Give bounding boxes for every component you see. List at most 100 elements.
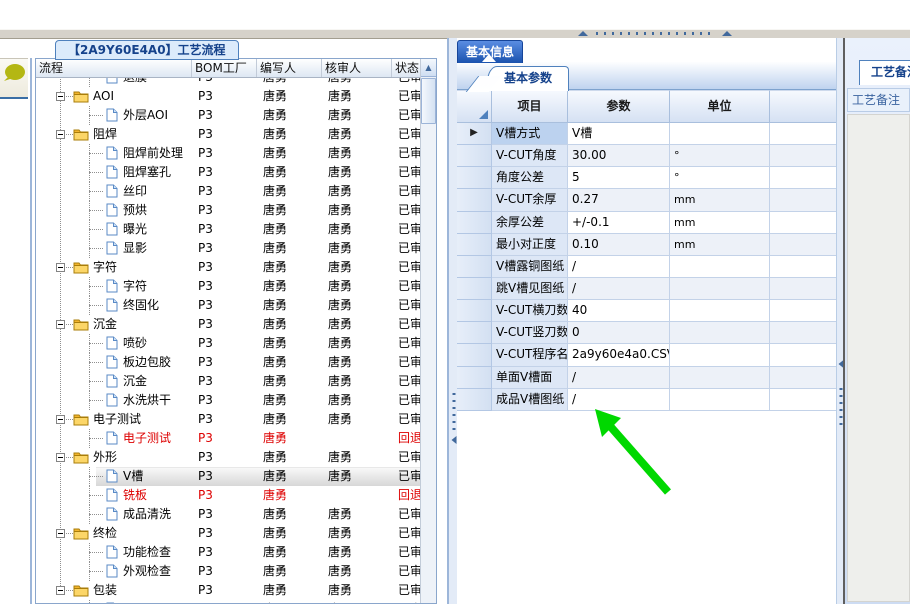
column-header-bom[interactable]: BOM工厂 <box>192 59 257 77</box>
grid-item-cell[interactable]: 成品V槽图纸 <box>492 388 568 411</box>
tree-row-name-cell[interactable]: 喷砂 <box>36 334 192 353</box>
collapse-icon[interactable] <box>56 130 65 139</box>
grid-value-cell[interactable]: 0 <box>568 322 670 345</box>
grid-row[interactable]: 角度公差 5 ° <box>457 167 836 190</box>
grid-row[interactable]: V-CUT角度 30.00 ° <box>457 145 836 168</box>
tree-row-name-cell[interactable]: 功能检查 <box>36 543 192 562</box>
splitter-grip-icon[interactable] <box>578 31 732 36</box>
tree-row[interactable]: V槽 P3 唐勇 唐勇 已审核 <box>36 467 420 486</box>
tree-row-name-cell[interactable]: 沉金 <box>36 372 192 391</box>
grid-value-cell[interactable]: 0.27 <box>568 189 670 212</box>
row-selector-cell[interactable] <box>457 388 492 411</box>
tree-row-name-cell[interactable]: 板边包胶 <box>36 353 192 372</box>
grid-item-cell[interactable]: 余厚公差 <box>492 211 568 234</box>
tree-row[interactable]: 外层AOI P3 唐勇 唐勇 已审核 <box>36 106 420 125</box>
grid-item-cell[interactable]: V槽方式 <box>492 123 568 146</box>
tree-row[interactable]: 丝印 P3 唐勇 唐勇 已审核 <box>36 182 420 201</box>
tree-row-name-cell[interactable]: 预烘 <box>36 201 192 220</box>
grid-item-cell[interactable]: V-CUT余厚 <box>492 189 568 212</box>
grid-row[interactable]: 最小对正度 0.10 mm <box>457 233 836 256</box>
grid-value-cell[interactable]: 2a9y60e4a0.CSV <box>568 344 670 367</box>
grid-item-cell[interactable]: V-CUT竖刀数 <box>492 322 568 345</box>
grid-row[interactable]: 余厚公差 +/-0.1 mm <box>457 211 836 234</box>
row-selector-cell[interactable] <box>457 167 492 190</box>
tree-row[interactable]: 包装P3唐勇唐勇已审核 <box>36 581 420 600</box>
grid-item-cell[interactable]: 角度公差 <box>492 167 568 190</box>
grid-value-cell[interactable]: 40 <box>568 300 670 323</box>
grid-row[interactable]: V-CUT程序名 2a9y60e4a0.CSV <box>457 344 836 367</box>
row-selector-cell[interactable] <box>457 322 492 345</box>
grid-value-cell[interactable]: 0.10 <box>568 233 670 256</box>
tree-row[interactable]: 沉金 P3 唐勇 唐勇 已审核 <box>36 372 420 391</box>
grid-item-cell[interactable]: 最小对正度 <box>492 233 568 256</box>
row-selector-cell[interactable] <box>457 189 492 212</box>
grid-unit-cell[interactable] <box>670 366 770 389</box>
collapse-icon[interactable] <box>56 415 65 424</box>
tree-row-name-cell[interactable]: 沉金 <box>36 315 192 334</box>
scroll-up-button[interactable]: ▲ <box>421 59 436 77</box>
grid-value-cell[interactable]: 30.00 <box>568 145 670 168</box>
column-header-writer[interactable]: 编写人 <box>257 59 322 77</box>
row-selector-cell[interactable] <box>457 300 492 323</box>
tree-row[interactable]: 成品清洗 P3 唐勇 唐勇 已审核 <box>36 505 420 524</box>
tree-row[interactable]: 预烘 P3 唐勇 唐勇 已审核 <box>36 201 420 220</box>
tree-row-name-cell[interactable] <box>36 600 192 603</box>
grid-item-cell[interactable]: 跳V槽见图纸 <box>492 277 568 301</box>
notes-body[interactable] <box>847 114 910 602</box>
grid-value-cell[interactable]: / <box>568 277 670 301</box>
tree-row[interactable]: 字符 P3 唐勇 唐勇 已审核 <box>36 277 420 296</box>
grid-row[interactable]: V-CUT横刀数 40 <box>457 300 836 323</box>
grid-row[interactable]: 单面V槽面 / <box>457 366 836 389</box>
comment-panel[interactable] <box>0 58 28 99</box>
row-selector-cell[interactable] <box>457 211 492 234</box>
grid-unit-cell[interactable]: mm <box>670 189 770 212</box>
tree-row-name-cell[interactable]: 包装 <box>36 581 192 600</box>
grid-unit-cell[interactable]: mm <box>670 211 770 234</box>
row-selector-cell[interactable] <box>457 145 492 168</box>
tree-row-name-cell[interactable]: 终检 <box>36 524 192 543</box>
tree-row-name-cell[interactable]: 外形 <box>36 448 192 467</box>
row-selector-cell[interactable] <box>457 233 492 256</box>
tree-row-name-cell[interactable]: 字符 <box>36 277 192 296</box>
tab-basic-params[interactable]: 基本参数 <box>487 66 569 91</box>
column-header-status[interactable]: 状态 <box>392 59 420 77</box>
tree-row[interactable]: 铣板 P3 唐勇 回退 <box>36 486 420 505</box>
collapse-left-icon[interactable] <box>451 436 457 444</box>
grid-item-cell[interactable]: V-CUT程序名 <box>492 344 568 367</box>
tree-row-name-cell[interactable]: 电子测试 <box>36 410 192 429</box>
tree-row-name-cell[interactable]: 阻焊 <box>36 125 192 144</box>
collapse-up-icon[interactable] <box>578 31 588 36</box>
grid-row[interactable]: ▶ V槽方式 V槽 <box>457 123 836 146</box>
grid-unit-cell[interactable] <box>670 300 770 323</box>
grid-unit-cell[interactable] <box>670 255 770 278</box>
grid-unit-cell[interactable] <box>670 344 770 367</box>
tree-row[interactable]: 曝光 P3 唐勇 唐勇 已审核 <box>36 220 420 239</box>
select-all-cell[interactable] <box>457 90 492 123</box>
grid-unit-cell[interactable]: ° <box>670 167 770 190</box>
grid-row[interactable]: V槽露铜图纸 / <box>457 255 836 278</box>
tree-row[interactable]: 阻焊前处理 P3 唐勇 唐勇 已审核 <box>36 144 420 163</box>
tree-row-name-cell[interactable]: 外层AOI <box>36 106 192 125</box>
grid-column-value[interactable]: 参数 <box>568 90 670 123</box>
collapse-icon[interactable] <box>56 453 65 462</box>
tree-row[interactable]: 终固化 P3 唐勇 唐勇 已审核 <box>36 296 420 315</box>
tree-row-name-cell[interactable]: 外观检查 <box>36 562 192 581</box>
scrollbar-thumb[interactable] <box>421 78 436 124</box>
tree-row[interactable]: 外观检查 P3 唐勇 唐勇 已审核 <box>36 562 420 581</box>
row-selector-cell[interactable] <box>457 366 492 389</box>
grid-row[interactable]: V-CUT竖刀数 0 <box>457 322 836 345</box>
tree-row[interactable]: AOI P3 唐勇 唐勇 已审核 <box>36 87 420 106</box>
grid-value-cell[interactable]: / <box>568 255 670 278</box>
column-header-auditor[interactable]: 核审人 <box>322 59 392 77</box>
tree-row-name-cell[interactable]: 显影 <box>36 239 192 258</box>
tree-row[interactable]: 功能检查 P3 唐勇 唐勇 已审核 <box>36 543 420 562</box>
tree-row-name-cell[interactable]: 电子测试 <box>36 429 192 448</box>
tree-row-name-cell[interactable]: 字符 <box>36 258 192 277</box>
tree-row[interactable]: 板边包胶 P3 唐勇 唐勇 已审核 <box>36 353 420 372</box>
collapse-icon[interactable] <box>56 529 65 538</box>
collapse-icon[interactable] <box>56 92 65 101</box>
tree-row[interactable]: 字符 P3 唐勇 唐勇 已审核 <box>36 258 420 277</box>
grid-unit-cell[interactable] <box>670 322 770 345</box>
tree-row[interactable]: 显影 P3 唐勇 唐勇 已审核 <box>36 239 420 258</box>
grid-unit-cell[interactable] <box>670 123 770 146</box>
